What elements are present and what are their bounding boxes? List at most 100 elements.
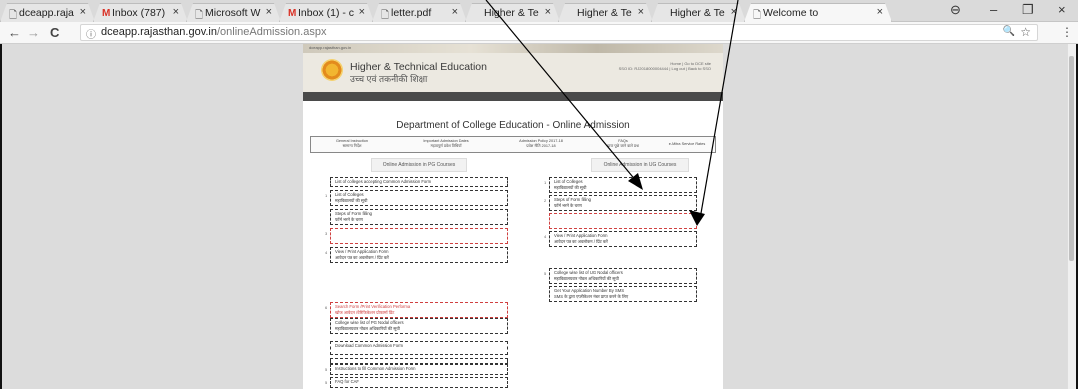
tab-label: letter.pdf <box>391 7 432 19</box>
tab-label: Higher & Te <box>577 7 632 19</box>
link-hi: महाविद्यालयवार नोडल अधिकारियों की सूची <box>335 325 400 331</box>
banner-url: dceapp.rajasthan.gov.in <box>309 45 352 50</box>
pg-link-view-print[interactable]: 4 View / Print Application Form आवेदन पत्र… <box>325 247 508 263</box>
link-number: 5 <box>544 271 547 276</box>
close-icon[interactable]: × <box>80 6 86 18</box>
close-icon[interactable]: × <box>638 6 644 18</box>
gmail-icon: M <box>288 8 297 19</box>
reload-icon[interactable]: C <box>50 25 59 40</box>
info-bar: General Instruction सामान्य निर्देश Impor… <box>310 136 716 153</box>
pg-link-faq-caf[interactable]: 5 FAQ for CAF <box>325 377 508 388</box>
kebab-menu-icon[interactable]: ⋮ <box>1061 25 1073 39</box>
tab-higher-tech-1[interactable]: Higher & Te × <box>465 3 560 22</box>
link-number: 5 <box>325 367 328 372</box>
tab-label: Microsoft W <box>205 7 261 19</box>
close-icon[interactable]: × <box>545 6 551 18</box>
link-number: 1 <box>544 180 547 185</box>
tab-label: Higher & Te <box>670 7 725 19</box>
tab-inbox-1[interactable]: M Inbox (1) - c × <box>279 3 374 22</box>
link-number: 4 <box>325 250 328 255</box>
ug-link-list-colleges[interactable]: 1 List of Colleges महाविद्यालयों की सूची <box>544 177 697 193</box>
tab-label: Inbox (1) - c <box>298 7 355 19</box>
sso-links[interactable]: SSO ID: RJ2018000004444 | Log out | Back… <box>619 66 711 71</box>
link-number: 5 <box>325 380 328 385</box>
link-hi: फॉर्म भरने के चरण <box>554 202 582 208</box>
profile-icon[interactable]: ⊖ <box>950 2 961 18</box>
tab-microsoft-word[interactable]: 🗋 Microsoft W × <box>186 3 281 22</box>
link-en: Instructions to fill Common Admission Fo… <box>335 366 416 371</box>
info-en: General Instruction <box>335 139 369 143</box>
forward-icon[interactable]: → <box>27 25 40 40</box>
document-icon: 🗋 <box>381 10 390 21</box>
site-page: dceapp.rajasthan.gov.in Higher & Technic… <box>303 44 723 389</box>
pg-link-blank-red[interactable]: 3 <box>325 228 508 244</box>
page-title: Department of College Education - Online… <box>396 120 630 131</box>
scrollbar-thumb[interactable] <box>1069 56 1074 261</box>
ug-link-blank-red[interactable] <box>549 213 697 229</box>
banner-skyline-image <box>303 44 723 53</box>
close-icon[interactable]: × <box>452 6 458 18</box>
close-icon[interactable]: × <box>266 6 272 18</box>
bookmark-star-icon[interactable]: ☆ <box>1020 25 1031 39</box>
link-hi: खोज आवेदन /वेरिफिकेशन प्रोफार्मा प्रिंट <box>335 309 395 315</box>
info-emitra-rates[interactable]: e-Mitra Service Rates <box>661 142 713 147</box>
tab-welcome[interactable]: 🗋 Welcome to × <box>744 3 892 22</box>
pg-link-steps[interactable]: Steps of Form filling फॉर्म भरने के चरण <box>330 209 508 225</box>
url-input[interactable]: ⓘ dceapp.rajasthan.gov.in/onlineAdmissio… <box>80 24 1038 41</box>
close-icon[interactable]: × <box>173 6 179 18</box>
document-icon: 🗋 <box>195 10 204 21</box>
tab-dceapp[interactable]: 🗋 dceapp.raja × <box>0 3 95 22</box>
info-hi: प्रवेश नीति 2017-18 <box>526 144 556 148</box>
nav-bar <box>303 92 723 101</box>
pg-link-nodal-officers[interactable]: College wise list of PG Nodal officers मह… <box>330 318 508 334</box>
close-icon[interactable]: × <box>731 6 737 18</box>
link-en: Download Common Admission Form <box>335 343 403 348</box>
info-admission-policy[interactable]: Admission Policy 2017-18 प्रवेश नीति 2017… <box>501 139 581 149</box>
info-hi: प्रायः पूछे जाने वाले प्रश्न <box>607 144 639 148</box>
gmail-icon: M <box>102 8 111 19</box>
site-subtitle: उच्च एवं तकनीकी शिक्षा <box>350 74 428 84</box>
pg-courses-button[interactable]: Online Admission in PG Courses <box>371 158 467 172</box>
pg-link-download-caf[interactable]: Download Common Admission Form <box>330 341 508 355</box>
zoom-icon[interactable]: 🔍 <box>1003 26 1015 37</box>
maximize-icon[interactable]: ❐ <box>1022 2 1034 18</box>
info-general-instruction[interactable]: General Instruction सामान्य निर्देश <box>317 139 387 149</box>
site-logo <box>321 59 343 81</box>
back-icon[interactable]: ← <box>8 25 21 40</box>
tab-higher-tech-2[interactable]: Higher & Te × <box>558 3 653 22</box>
tab-inbox-787[interactable]: M Inbox (787) × <box>93 3 188 22</box>
ug-link-steps[interactable]: 2 Steps of Form filling फॉर्म भरने के चरण <box>544 195 697 211</box>
address-bar: ← → C ⓘ dceapp.rajasthan.gov.in/onlineAd… <box>0 22 1078 44</box>
tab-label: Higher & Te <box>484 7 539 19</box>
info-faqs[interactable]: FAQs प्रायः पूछे जाने वाले प्रश्न <box>593 139 653 149</box>
ug-link-nodal-officers[interactable]: 5 College wise list of UG Nodal officers म… <box>544 268 697 284</box>
pg-link-colleges-caf[interactable]: List of colleges accepting Common Admiss… <box>330 177 508 187</box>
info-en: Important Admission Dates <box>423 139 469 143</box>
link-hi: फॉर्म भरने के चरण <box>335 216 363 222</box>
ug-link-sms[interactable]: Get Your Application Number By SMS SMS के… <box>549 286 697 302</box>
document-icon: 🗋 <box>9 10 18 21</box>
ug-link-view-print[interactable]: 4 View / Print Application Form आवेदन पत्र… <box>544 231 697 247</box>
tab-letter-pdf[interactable]: 🗋 letter.pdf × <box>372 3 467 22</box>
link-hi: आवेदन पत्र का अवलोकन / प्रिंट करें <box>554 238 608 244</box>
link-hi: SMS के द्वारा एप्लीकेशन नंबर प्राप्त करन… <box>554 293 629 299</box>
link-number: 2 <box>544 198 547 203</box>
pg-link-search-form[interactable]: 6 Search Form /Print Verification Perform… <box>325 302 508 318</box>
tab-label: dceapp.raja <box>19 7 74 19</box>
link-hi: महाविद्यालयों की सूची <box>335 197 368 203</box>
link-hi: महाविद्यालयवार नोडल अधिकारियों की सूची <box>554 275 619 281</box>
tab-higher-tech-3[interactable]: Higher & Te × <box>651 3 746 22</box>
tab-label: Inbox (787) <box>112 7 166 19</box>
window-close-icon[interactable]: × <box>1058 2 1066 17</box>
document-icon: 🗋 <box>753 10 762 21</box>
ug-courses-button[interactable]: Online Admission in UG Courses <box>591 158 689 172</box>
info-admission-dates[interactable]: Important Admission Dates महत्वपूर्ण प्रव… <box>406 139 486 149</box>
user-links[interactable]: Home | Go to DCE site SSO ID: RJ20180000… <box>619 61 711 71</box>
close-icon[interactable]: × <box>359 6 365 18</box>
pg-link-instructions-caf[interactable]: 5 Instructions to fill Common Admission F… <box>325 364 508 375</box>
link-hi: महाविद्यालयों की सूची <box>554 184 587 190</box>
info-icon[interactable]: ⓘ <box>86 26 96 41</box>
minimize-icon[interactable]: – <box>990 2 997 17</box>
close-icon[interactable]: × <box>877 6 883 18</box>
pg-link-list-colleges[interactable]: 1 List of Colleges महाविद्यालयों की सूची <box>325 190 508 206</box>
